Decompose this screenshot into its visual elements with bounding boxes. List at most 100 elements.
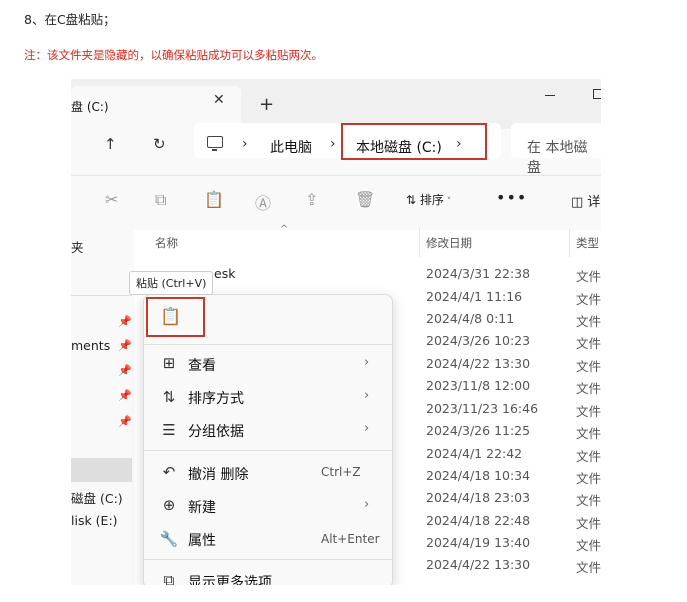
properties-wrench-icon: 🔧 xyxy=(159,530,179,548)
up-arrow-icon[interactable]: ↑ xyxy=(104,135,117,153)
file-type: 文件 xyxy=(576,314,601,329)
file-type: 文件 xyxy=(576,493,601,508)
more-options-button[interactable]: ••• xyxy=(496,188,527,207)
file-type: 文件 xyxy=(576,381,601,396)
menu-item-undo[interactable]: 撤消 删除 xyxy=(188,464,248,484)
copy-icon[interactable]: ⧉ xyxy=(155,190,166,210)
file-type: 文件 xyxy=(576,516,601,531)
breadcrumb-this-pc[interactable]: 此电脑 xyxy=(270,137,312,157)
more-options-icon: ⧉ xyxy=(163,571,175,585)
breadcrumb-chevron-icon[interactable]: › xyxy=(330,136,336,152)
sort-caret-icon: ^ xyxy=(280,224,289,235)
menu-divider xyxy=(144,559,392,560)
sidebar-item-folder[interactable]: 夹 xyxy=(71,237,84,256)
address-highlight-box xyxy=(341,123,487,160)
file-date: 2024/4/22 13:30 xyxy=(426,356,531,371)
menu-item-more-options[interactable]: 显示更多选项 xyxy=(188,572,272,585)
pin-icon[interactable]: 📌 xyxy=(118,315,132,328)
file-date: 2024/4/18 23:03 xyxy=(426,490,531,505)
breadcrumb-chevron-icon[interactable]: › xyxy=(242,136,248,152)
sort-icon: ⇅ xyxy=(162,388,176,406)
file-date: 2023/11/8 12:00 xyxy=(426,378,531,393)
file-type: 文件 xyxy=(576,336,601,351)
new-plus-icon: ⊕ xyxy=(162,496,176,514)
pin-icon[interactable]: 📌 xyxy=(118,389,132,402)
menu-item-properties[interactable]: 属性 xyxy=(188,530,216,550)
submenu-chevron-icon: › xyxy=(364,421,370,436)
file-date: 2024/4/19 13:40 xyxy=(426,535,531,550)
properties-shortcut: Alt+Enter xyxy=(321,532,380,546)
close-tab-icon[interactable]: ✕ xyxy=(213,92,225,108)
column-header-name[interactable]: 名称 xyxy=(155,235,178,251)
file-date: 2024/3/26 10:23 xyxy=(426,333,531,348)
menu-item-group[interactable]: 分组依据 xyxy=(188,421,244,441)
tab-title: 盘 (C:) xyxy=(71,100,109,114)
file-type: 文件 xyxy=(576,269,601,284)
view-grid-icon: ⊞ xyxy=(162,354,176,372)
details-label: 详 xyxy=(587,195,601,210)
file-type: 文件 xyxy=(576,560,601,575)
navigation-pane xyxy=(71,230,134,585)
sidebar-divider xyxy=(71,295,132,296)
maximize-icon[interactable] xyxy=(593,89,601,99)
menu-item-view[interactable]: 查看 xyxy=(188,355,216,375)
file-date: 2024/3/26 11:25 xyxy=(426,423,531,438)
pin-icon[interactable]: 📌 xyxy=(118,364,132,377)
sort-button[interactable]: ⇅ 排序 ˅ xyxy=(406,191,451,208)
menu-item-new[interactable]: 新建 xyxy=(188,497,216,517)
step-heading: 8、在C盘粘贴； xyxy=(24,12,116,27)
file-date: 2024/4/1 22:42 xyxy=(426,446,523,461)
cut-icon[interactable]: ✂ xyxy=(105,190,118,209)
undo-icon: ↶ xyxy=(162,463,176,481)
menu-item-sort[interactable]: 排序方式 xyxy=(188,388,244,408)
column-header-type[interactable]: 类型 xyxy=(576,235,599,251)
share-icon[interactable]: ⇪ xyxy=(305,190,318,209)
paste-icon[interactable]: 📋 xyxy=(160,307,181,327)
search-input[interactable]: 在 本地磁盘 xyxy=(527,137,601,177)
file-type: 文件 xyxy=(576,404,601,419)
menu-divider xyxy=(144,344,392,345)
file-date: 2024/4/22 13:30 xyxy=(426,557,531,572)
pin-icon[interactable]: 📌 xyxy=(118,339,132,352)
undo-shortcut: Ctrl+Z xyxy=(321,465,361,479)
delete-icon[interactable]: 🗑 xyxy=(355,190,375,209)
submenu-chevron-icon: › xyxy=(364,355,370,370)
chevron-down-icon: ˅ xyxy=(443,197,452,207)
file-type: 文件 xyxy=(576,359,601,374)
details-button[interactable]: ◫ 详 xyxy=(571,191,600,210)
sidebar-item-documents[interactable]: ments xyxy=(71,338,110,353)
sort-label: 排序 xyxy=(419,193,444,207)
file-type: 文件 xyxy=(576,538,601,553)
menu-divider xyxy=(144,450,392,451)
minimize-icon[interactable] xyxy=(545,95,555,96)
sidebar-selected-item[interactable] xyxy=(71,458,132,482)
file-name[interactable]: esk xyxy=(214,266,235,281)
column-header-date[interactable]: 修改日期 xyxy=(426,235,472,251)
explorer-screenshot: 盘 (C:) ✕ + ↑ ↻ › 此电脑 › 本地磁盘 (C:) › 在 本地磁… xyxy=(71,79,601,585)
column-separator[interactable] xyxy=(569,229,570,257)
file-date: 2024/4/18 10:34 xyxy=(426,468,531,483)
note-text: 注：该文件夹是隐藏的，以确保粘贴成功可以多粘贴两次。 xyxy=(24,48,323,62)
file-date: 2024/3/31 22:38 xyxy=(426,266,531,281)
file-type: 文件 xyxy=(576,292,601,307)
file-type: 文件 xyxy=(576,449,601,464)
sidebar-item-drive-c[interactable]: 磁盘 (C:) xyxy=(71,488,123,507)
file-date: 2023/11/23 16:46 xyxy=(426,401,539,416)
file-date: 2024/4/8 0:11 xyxy=(426,311,515,326)
column-separator[interactable] xyxy=(419,229,420,257)
file-date: 2024/4/18 22:48 xyxy=(426,513,531,528)
this-pc-icon xyxy=(207,136,223,151)
pin-icon[interactable]: 📌 xyxy=(118,415,132,428)
submenu-chevron-icon: › xyxy=(364,388,370,403)
file-type: 文件 xyxy=(576,426,601,441)
file-date: 2024/4/1 11:16 xyxy=(426,289,523,304)
sidebar-item-drive-e[interactable]: lisk (E:) xyxy=(71,513,118,528)
paste-icon[interactable]: 📋 xyxy=(204,190,224,209)
rename-icon[interactable]: Ⓐ xyxy=(255,190,271,214)
new-tab-icon[interactable]: + xyxy=(259,94,274,115)
sort-icon: ⇅ xyxy=(406,193,420,207)
submenu-chevron-icon: › xyxy=(364,497,370,512)
details-pane-icon: ◫ xyxy=(571,195,588,210)
paste-tooltip: 粘贴 (Ctrl+V) xyxy=(129,271,214,295)
refresh-icon[interactable]: ↻ xyxy=(153,135,166,153)
